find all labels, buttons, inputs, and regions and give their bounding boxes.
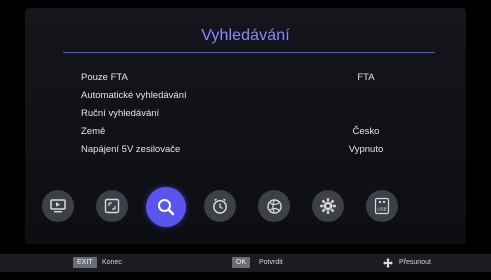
timer-menu-button[interactable] [204, 190, 236, 222]
menu-item-antenna-power[interactable]: Napájení 5V zesilovače Vypnuto [81, 141, 401, 159]
menu-item-label: Ruční vyhledávání [81, 108, 160, 119]
menu-item-value: Vypnuto [348, 144, 384, 155]
menu-list: Pouze FTA FTA Automatické vyhledávání Ru… [81, 69, 401, 159]
menu-item-fta-only[interactable]: Pouze FTA FTA [81, 69, 401, 87]
ok-key-label: Potvrdit [259, 259, 283, 266]
menu-item-value: FTA [357, 72, 375, 83]
search-icon [158, 199, 175, 216]
menu-item-label: Pouze FTA [81, 72, 128, 83]
exit-key-label: Konec [102, 259, 122, 266]
timer-icon [213, 198, 227, 214]
settings-icon [320, 198, 336, 214]
ok-key-badge: OK [232, 257, 251, 268]
menu-item-label: Napájení 5V zesilovače [81, 144, 181, 155]
search-menu-screen: Vyhledávání Pouze FTA FTA Automatické vy… [0, 0, 491, 280]
menu-item-label: Země [81, 126, 106, 137]
usb-menu-button[interactable]: USB [366, 190, 398, 222]
menu-item-auto-search[interactable]: Automatické vyhledávání [81, 87, 401, 105]
main-menu-icon-bar: USB [42, 187, 448, 232]
search-menu-button[interactable] [146, 187, 186, 227]
exit-key-badge: EXIT [73, 257, 97, 268]
footer-help-bar: EXIT Konec OK Potvrdit Přesunout [0, 254, 491, 272]
title-divider [63, 52, 435, 53]
menu-item-country[interactable]: Země Česko [81, 123, 401, 141]
picture-icon [104, 198, 120, 214]
picture-menu-button[interactable] [96, 190, 128, 222]
usb-icon: USB [374, 197, 390, 215]
menu-item-value: Česko [352, 126, 380, 137]
usb-icon-text: USB [377, 207, 386, 212]
globe-icon [266, 198, 282, 214]
move-key-label: Přesunout [399, 259, 431, 266]
move-arrows-icon [383, 258, 393, 268]
page-title: Vyhledávání [201, 27, 290, 44]
globe-menu-button[interactable] [258, 190, 290, 222]
menu-item-label: Automatické vyhledávání [81, 90, 187, 101]
tv-menu-button[interactable] [42, 190, 74, 222]
settings-menu-button[interactable] [312, 190, 344, 222]
tv-icon [50, 199, 66, 213]
menu-item-manual-search[interactable]: Ruční vyhledávání [81, 105, 401, 123]
